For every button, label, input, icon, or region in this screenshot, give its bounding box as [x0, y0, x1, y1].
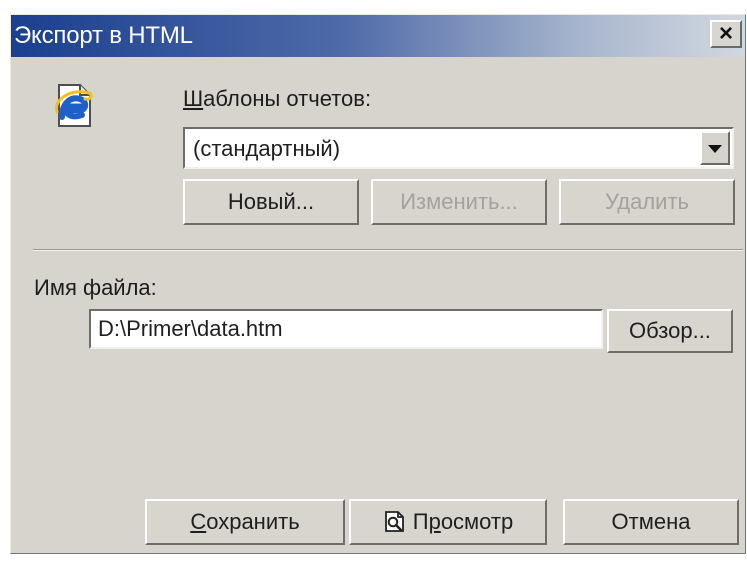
edit-template-button: Изменить...	[371, 179, 547, 225]
save-label-rest: охранить	[206, 509, 300, 534]
templates-label-access-key: Ш	[183, 86, 204, 111]
new-template-button[interactable]: Новый...	[183, 179, 359, 225]
selected-template-value: (стандартный)	[193, 136, 341, 161]
preview-label-rest: осмотр	[440, 509, 514, 534]
magnifier-document-icon	[383, 510, 407, 534]
preview-label-access-key: р	[428, 509, 441, 534]
preview-label: Просмотр	[413, 510, 514, 534]
save-label-access-key: С	[190, 509, 207, 534]
close-button[interactable]: ×	[710, 20, 742, 48]
filename-value: D:\Primer\data.htm	[98, 316, 283, 341]
close-icon: ×	[718, 20, 733, 47]
filename-label: Имя файла:	[34, 275, 157, 300]
section-divider	[33, 249, 743, 251]
templates-label: Шаблоны отчетов:	[183, 87, 371, 111]
save-button[interactable]: Сохранить	[145, 499, 345, 545]
preview-button-content: Просмотр	[383, 510, 514, 534]
filename-field[interactable]: D:\Primer\data.htm	[89, 309, 603, 349]
delete-template-button: Удалить	[559, 179, 735, 225]
browse-button[interactable]: Обзор...	[607, 309, 733, 353]
preview-label-prefix: П	[412, 509, 429, 534]
cancel-button[interactable]: Отмена	[563, 499, 739, 545]
dialog-title: Экспорт в HTML	[14, 22, 193, 49]
title-bar[interactable]: Экспорт в HTML ×	[11, 15, 745, 57]
preview-button[interactable]: Просмотр	[349, 499, 547, 545]
internet-explorer-document-icon	[47, 81, 99, 133]
report-template-dropdown[interactable]: (стандартный)	[183, 127, 734, 169]
export-html-dialog: Экспорт в HTML × Шаблоны отчетов: (станд…	[10, 14, 746, 554]
chevron-down-icon	[708, 145, 722, 153]
templates-label-rest: аблоны отчетов:	[203, 86, 372, 111]
dropdown-button[interactable]	[700, 131, 730, 165]
